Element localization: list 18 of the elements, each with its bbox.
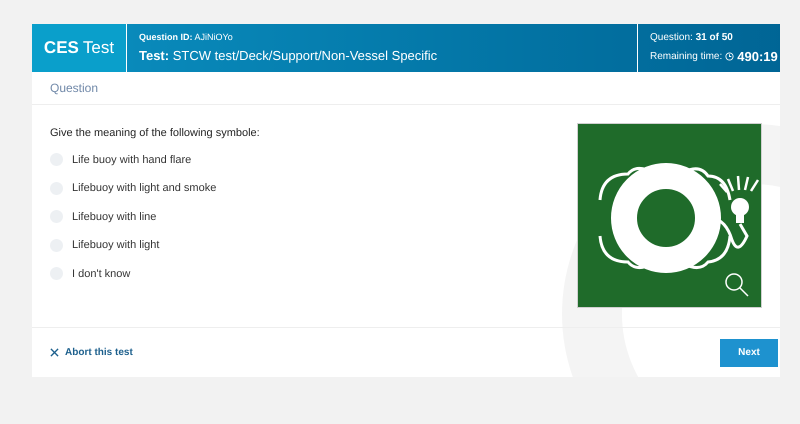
section-title: Question bbox=[50, 80, 98, 97]
answer-option[interactable]: I don't know bbox=[50, 266, 577, 282]
lifebuoy-sign-image[interactable] bbox=[577, 123, 762, 308]
remaining-time-value: 490:19 bbox=[737, 48, 778, 66]
question-progress-text: Question: 31 of 50 bbox=[650, 30, 734, 45]
answer-option[interactable]: Lifebuoy with light and smoke bbox=[50, 180, 577, 196]
remaining-time-label: Remaining time: bbox=[650, 50, 722, 64]
magnifier-icon[interactable] bbox=[724, 272, 750, 298]
answer-option[interactable]: Lifebuoy with line bbox=[50, 208, 577, 225]
answer-option[interactable]: Lifebuoy with light bbox=[50, 237, 577, 254]
question-id-text: Question ID: AJiNiOYo bbox=[139, 30, 234, 44]
test-name-text: Test: STCW test/Deck/Support/Non-Vessel Specific bbox=[139, 47, 438, 65]
clock-icon bbox=[725, 52, 734, 61]
question-text: Give the meaning of the following symbole: bbox=[50, 126, 261, 141]
answer-option[interactable]: Life buoy with hand flare bbox=[50, 152, 577, 168]
abort-test-link[interactable]: Abort this test bbox=[50, 345, 133, 360]
logo: CES Test bbox=[32, 24, 127, 72]
close-icon bbox=[50, 348, 59, 357]
